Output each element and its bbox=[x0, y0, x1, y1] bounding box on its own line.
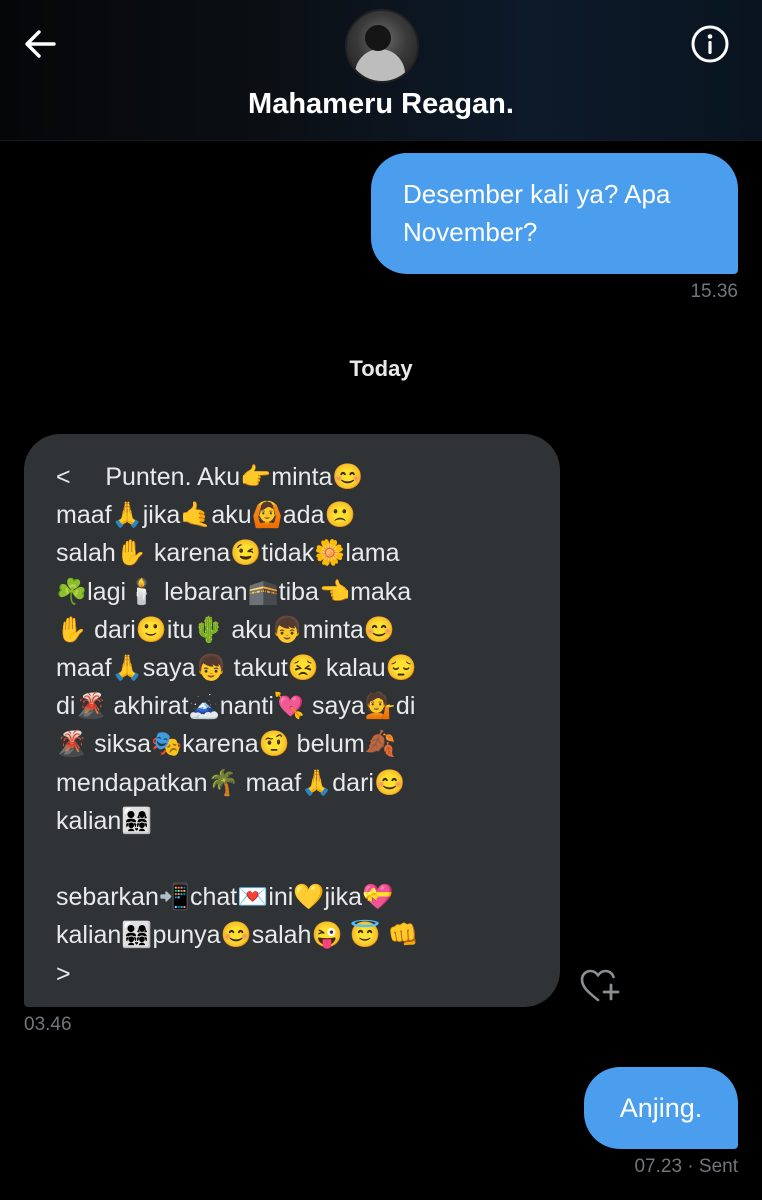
message-text: < Punten. Aku👉minta😊 maaf🙏jika🤙aku🙆ada🙁 … bbox=[56, 463, 419, 988]
contact-name[interactable]: Mahameru Reagan. bbox=[0, 88, 762, 121]
back-button[interactable] bbox=[18, 22, 62, 66]
incoming-message-bubble[interactable]: < Punten. Aku👉minta😊 maaf🙏jika🤙aku🙆ada🙁 … bbox=[24, 434, 560, 1007]
outgoing-message-bubble[interactable]: Anjing. bbox=[584, 1067, 738, 1149]
message-text: Anjing. bbox=[619, 1093, 703, 1123]
message-timestamp: 03.46 bbox=[24, 1014, 72, 1035]
date-separator: Today bbox=[349, 356, 413, 381]
message-timestamp: 15.36 bbox=[690, 281, 738, 302]
message-status: 07.23 · Sent bbox=[634, 1156, 738, 1177]
message-text: Desember kali ya? Apa November? bbox=[403, 179, 671, 247]
heart-plus-icon bbox=[580, 969, 620, 1002]
info-button[interactable] bbox=[688, 22, 732, 66]
arrow-left-icon bbox=[25, 30, 56, 58]
info-icon bbox=[691, 25, 729, 63]
conversation-header: Mahameru Reagan. bbox=[0, 0, 762, 141]
outgoing-message-bubble[interactable]: Desember kali ya? Apa November? bbox=[371, 153, 738, 274]
avatar[interactable] bbox=[345, 9, 419, 83]
add-reaction-button[interactable] bbox=[578, 966, 622, 1006]
